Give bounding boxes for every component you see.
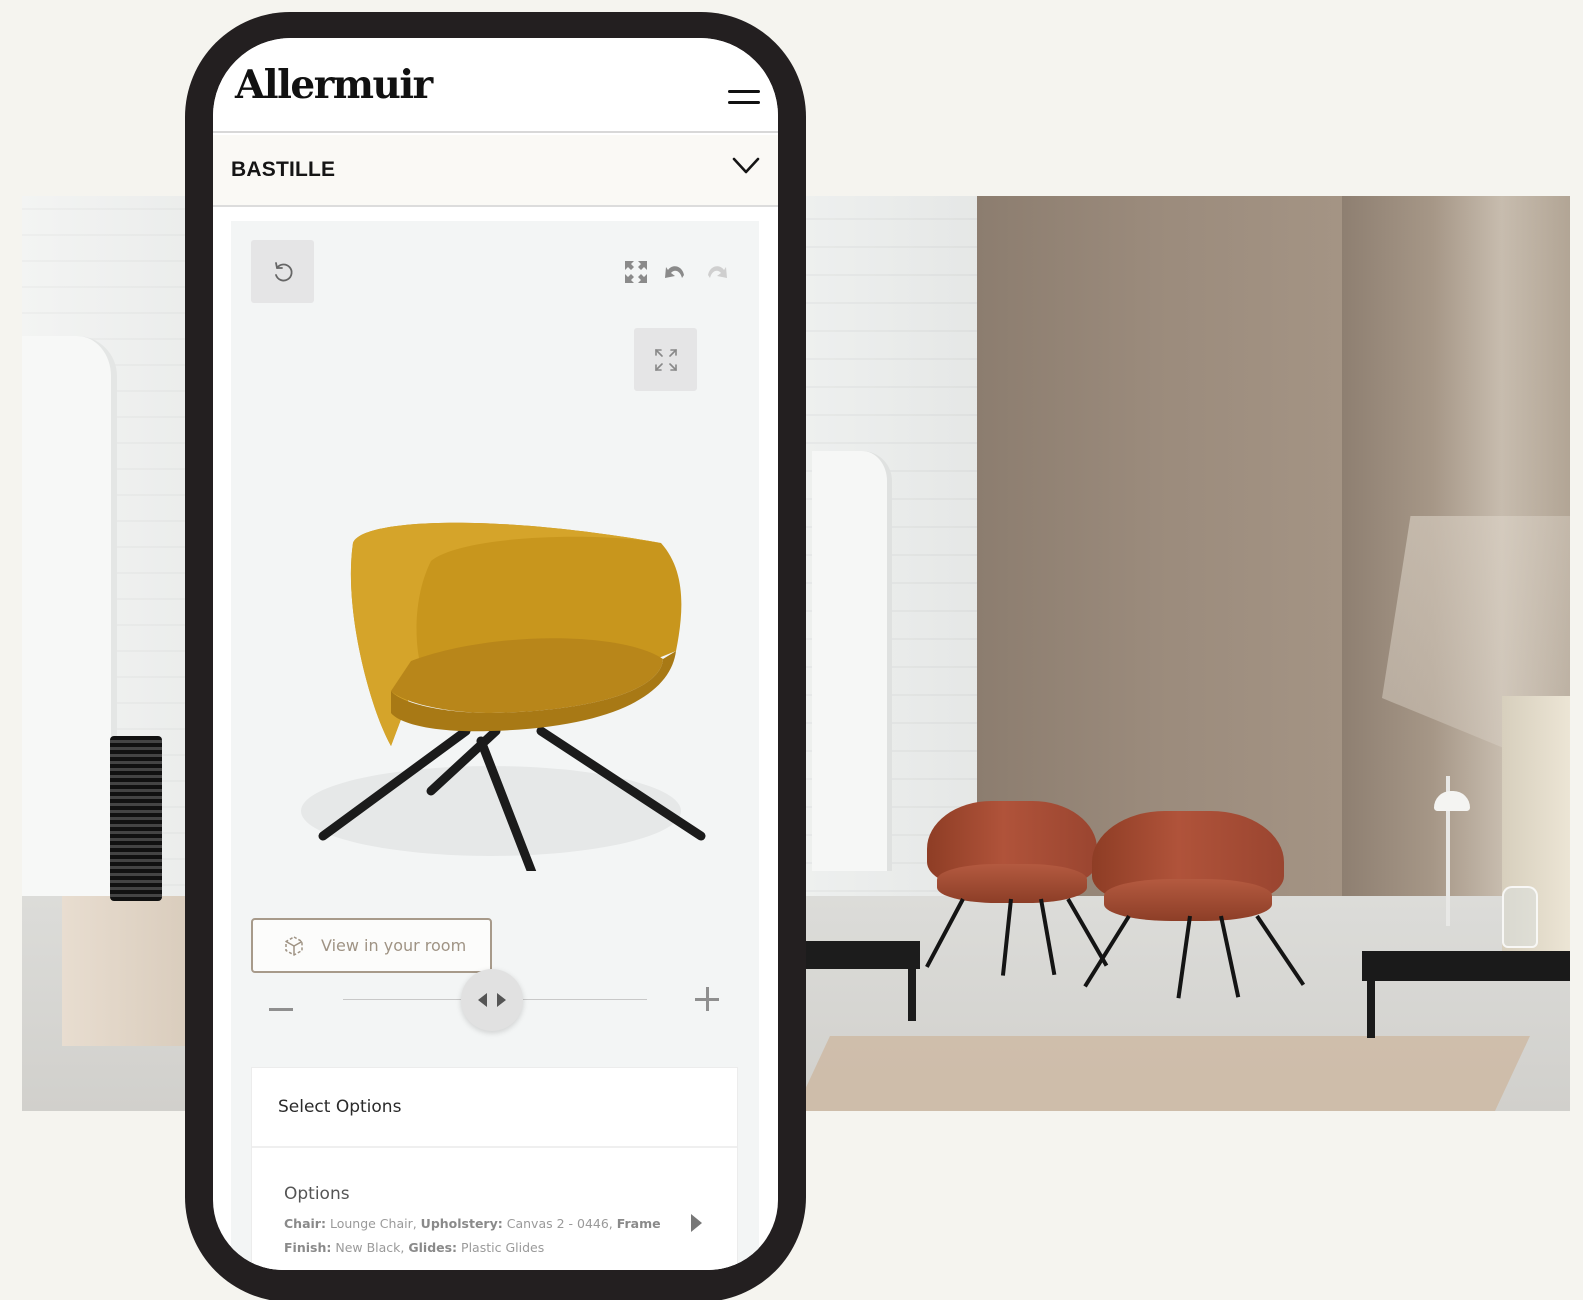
brand-logo[interactable]: Allermuir xyxy=(235,62,433,108)
product-3d-viewer[interactable]: View in your room Select Options Options… xyxy=(231,221,759,1270)
coffee-table-left-leg xyxy=(908,966,916,1021)
minus-icon[interactable] xyxy=(269,997,295,1023)
option-value: Canvas 2 - 0446, xyxy=(506,1216,613,1231)
fullscreen-icon xyxy=(654,348,677,371)
product-name: BASTILLE xyxy=(231,158,336,181)
view-in-room-label: View in your room xyxy=(321,936,467,955)
lounge-chair-rust-2 xyxy=(1083,811,1305,998)
hamburger-icon[interactable] xyxy=(728,88,760,108)
arrow-right-icon xyxy=(496,993,506,1007)
undo-icon[interactable] xyxy=(662,259,688,285)
redo-icon[interactable] xyxy=(704,259,730,285)
reset-icon xyxy=(274,261,292,281)
option-value: New Black, xyxy=(335,1240,405,1255)
options-summary: Chair: Lounge Chair, Upholstery: Canvas … xyxy=(284,1212,684,1260)
options-panel: Select Options Options Chair: Lounge Cha… xyxy=(251,1067,738,1270)
coffee-table-right-leg xyxy=(1367,978,1375,1038)
options-header: Select Options xyxy=(252,1068,737,1148)
option-label: Glides: xyxy=(408,1240,458,1255)
app-header: Allermuir xyxy=(213,38,778,133)
view-in-room-button[interactable]: View in your room xyxy=(251,918,492,973)
arched-window-middle xyxy=(812,451,892,871)
lounge-chair-rust-1 xyxy=(925,801,1109,976)
glass-vase xyxy=(1502,886,1538,948)
options-summary-row[interactable]: Options Chair: Lounge Chair, Upholstery:… xyxy=(252,1148,737,1260)
hamburger-bar xyxy=(728,90,760,93)
zoom-slider-handle[interactable] xyxy=(460,969,523,1031)
product-dropdown[interactable]: BASTILLE xyxy=(213,135,778,207)
chair-seat xyxy=(1103,878,1273,921)
plinth xyxy=(62,896,192,1046)
reset-view-button[interactable] xyxy=(251,240,314,303)
option-value: Lounge Chair, xyxy=(329,1216,417,1231)
option-label: Chair: xyxy=(284,1216,326,1231)
option-label: Upholstery: xyxy=(420,1216,503,1231)
coffee-table-right xyxy=(1362,951,1570,981)
cube-ar-icon xyxy=(285,935,303,956)
rug xyxy=(774,1036,1530,1111)
coffee-table-left xyxy=(802,941,920,969)
black-sculpture xyxy=(110,736,162,901)
hamburger-bar xyxy=(728,101,760,104)
select-options-title: Select Options xyxy=(278,1097,402,1117)
arrow-left-icon xyxy=(477,993,487,1007)
fullscreen-button[interactable] xyxy=(634,328,697,391)
chevron-down-icon xyxy=(732,157,760,174)
expand-icon[interactable] xyxy=(623,259,649,285)
options-heading: Options xyxy=(284,1184,350,1204)
chair-seat xyxy=(937,864,1087,904)
option-value: Plastic Glides xyxy=(461,1240,545,1255)
caret-right-icon xyxy=(691,1214,702,1232)
plus-icon[interactable] xyxy=(695,987,721,1013)
phone-screen: Allermuir BASTILLE View in your room Sel… xyxy=(213,38,778,1270)
chair-3d-model[interactable] xyxy=(291,491,711,871)
